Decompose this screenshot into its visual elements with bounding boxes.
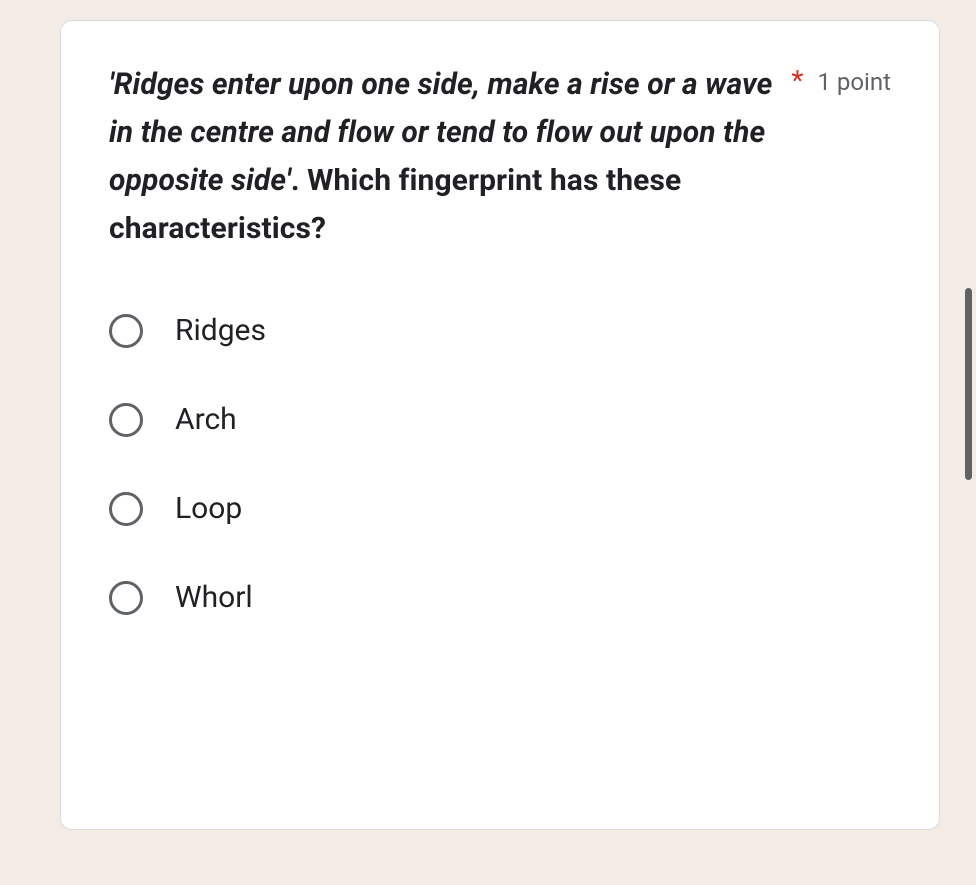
options-list: Ridges Arch Loop Whorl [109,313,891,615]
question-header: 'Ridges enter upon one side, make a rise… [109,61,891,253]
option-whorl[interactable]: Whorl [109,580,891,615]
option-arch[interactable]: Arch [109,402,891,437]
radio-icon [109,314,143,348]
question-card: 'Ridges enter upon one side, make a rise… [60,20,940,830]
option-loop[interactable]: Loop [109,491,891,526]
radio-icon [109,403,143,437]
question-text: 'Ridges enter upon one side, make a rise… [109,61,779,253]
scrollbar-thumb[interactable] [965,288,972,480]
required-asterisk: * [791,67,803,95]
option-label: Arch [175,402,237,437]
option-label: Ridges [175,313,266,348]
option-ridges[interactable]: Ridges [109,313,891,348]
radio-icon [109,492,143,526]
option-label: Whorl [175,580,253,615]
question-meta: * 1 point [791,61,891,96]
option-label: Loop [175,491,242,526]
radio-icon [109,581,143,615]
points-label: 1 point [817,68,891,96]
